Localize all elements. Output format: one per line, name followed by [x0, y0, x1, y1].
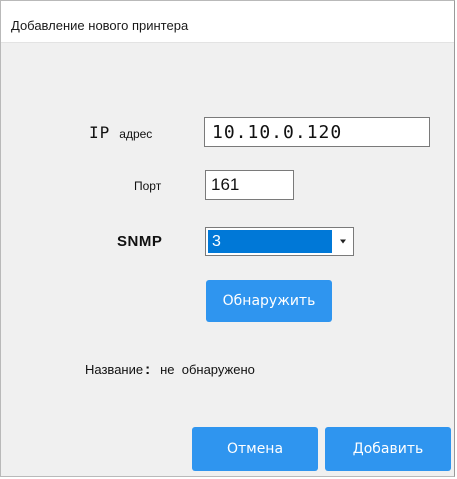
name-value: не обнаружено: [160, 362, 255, 377]
add-printer-dialog: Добавление нового принтера IP адрес Порт…: [0, 0, 455, 477]
caret-down-icon[interactable]: [332, 228, 353, 255]
title-bar: Добавление нового принтера: [1, 1, 454, 43]
snmp-label: SNMP: [117, 233, 163, 250]
ip-address-input[interactable]: [204, 117, 430, 147]
dialog-title: Добавление нового принтера: [11, 18, 189, 33]
snmp-selected-value: 3: [208, 230, 332, 253]
port-label: Порт: [134, 179, 162, 193]
ip-label-suffix: адрес: [119, 127, 153, 141]
ip-label-main: IP: [89, 123, 111, 142]
name-label: Название: [85, 362, 144, 377]
port-input[interactable]: [205, 170, 294, 200]
cancel-button[interactable]: Отмена: [192, 427, 318, 471]
caret-down-icon-shape: [339, 239, 346, 244]
ip-address-label: IP адрес: [89, 123, 152, 142]
detect-button[interactable]: Обнаружить: [206, 280, 332, 322]
printer-name-row: Название : не обнаружено: [85, 361, 255, 378]
add-button[interactable]: Добавить: [325, 427, 451, 471]
name-colon: :: [145, 361, 151, 378]
snmp-version-select[interactable]: 3: [205, 227, 354, 256]
